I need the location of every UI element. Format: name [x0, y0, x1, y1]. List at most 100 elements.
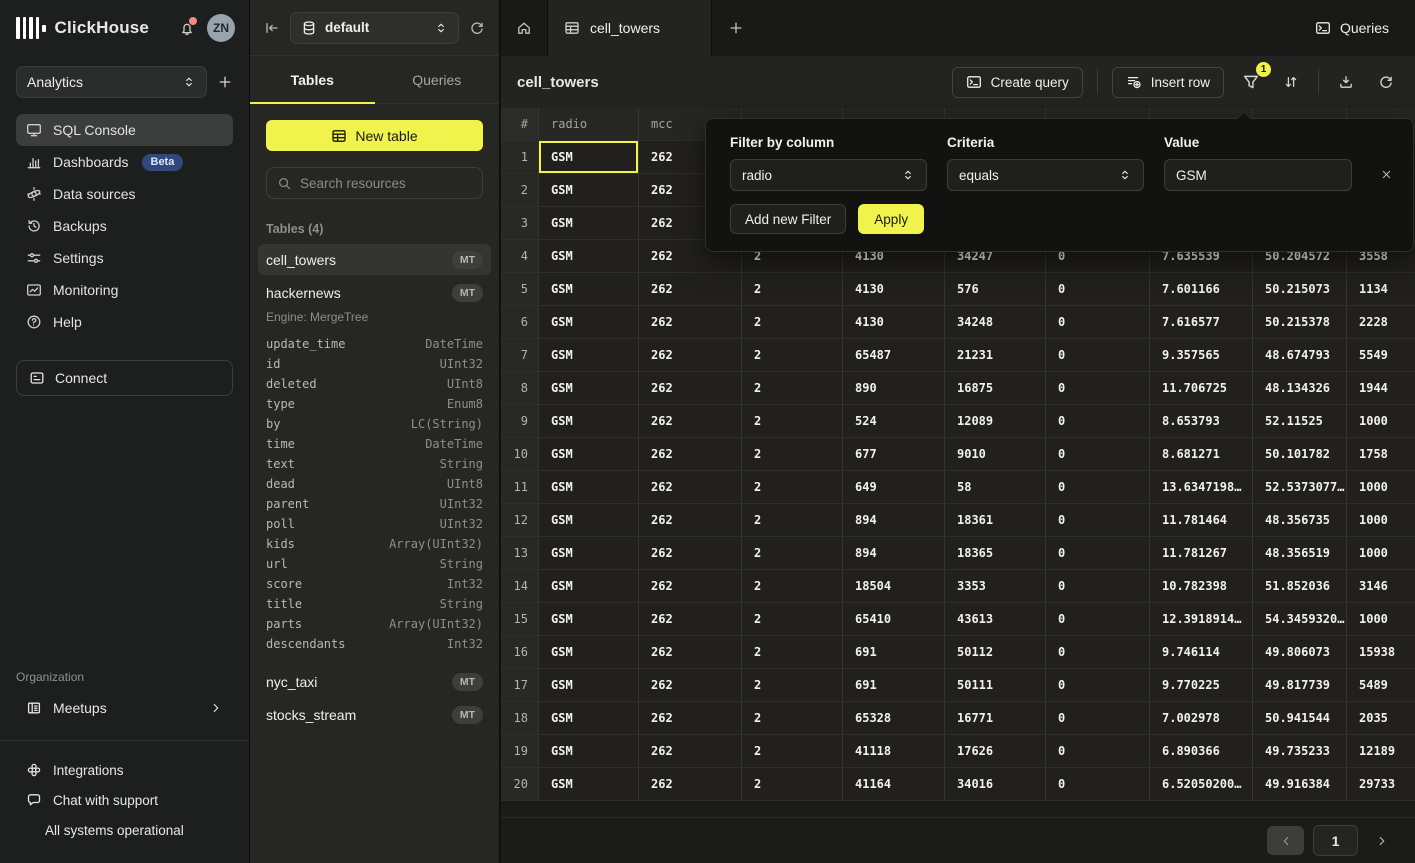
sort-button[interactable] — [1278, 69, 1304, 95]
grid-cell[interactable]: 2 — [742, 768, 843, 800]
grid-cell[interactable]: 262 — [639, 471, 742, 503]
grid-cell[interactable]: 691 — [843, 669, 945, 701]
grid-cell[interactable]: 65487 — [843, 339, 945, 371]
grid-cell[interactable]: 50112 — [945, 636, 1046, 668]
grid-cell[interactable]: 11.781464 — [1150, 504, 1253, 536]
grid-cell[interactable]: 7 — [501, 339, 539, 371]
grid-cell[interactable]: 2035 — [1347, 702, 1415, 734]
grid-cell[interactable]: 10.782398 — [1150, 570, 1253, 602]
grid-cell[interactable]: GSM — [539, 669, 639, 701]
filter-button[interactable]: 1 — [1238, 69, 1264, 95]
grid-cell[interactable]: 14 — [501, 570, 539, 602]
grid-cell[interactable]: 41164 — [843, 768, 945, 800]
grid-cell[interactable]: 16771 — [945, 702, 1046, 734]
grid-cell[interactable]: 1758 — [1347, 438, 1415, 470]
grid-cell[interactable]: GSM — [539, 207, 639, 239]
grid-cell[interactable]: 11.706725 — [1150, 372, 1253, 404]
grid-cell[interactable]: GSM — [539, 405, 639, 437]
explorer-tab-tables[interactable]: Tables — [250, 56, 375, 103]
table-item-hackernews[interactable]: hackernews MT — [258, 277, 491, 308]
grid-cell[interactable]: 262 — [639, 603, 742, 635]
grid-cell[interactable]: 262 — [639, 273, 742, 305]
grid-cell[interactable]: 262 — [639, 768, 742, 800]
grid-cell[interactable]: 0 — [1046, 306, 1150, 338]
grid-cell[interactable]: 576 — [945, 273, 1046, 305]
grid-cell[interactable]: 2 — [742, 504, 843, 536]
grid-cell[interactable]: 9.770225 — [1150, 669, 1253, 701]
apply-filter-button[interactable]: Apply — [858, 204, 924, 234]
download-button[interactable] — [1333, 69, 1359, 95]
avatar[interactable]: ZN — [207, 14, 235, 42]
grid-cell[interactable]: 0 — [1046, 273, 1150, 305]
grid-cell[interactable]: 52.5373077… — [1253, 471, 1347, 503]
grid-cell[interactable]: 0 — [1046, 603, 1150, 635]
grid-cell[interactable]: 0 — [1046, 702, 1150, 734]
grid-cell[interactable]: 262 — [639, 669, 742, 701]
grid-cell[interactable]: 2 — [742, 636, 843, 668]
grid-cell[interactable]: GSM — [539, 504, 639, 536]
grid-cell[interactable]: 2 — [501, 174, 539, 206]
grid-cell[interactable]: 0 — [1046, 669, 1150, 701]
grid-cell[interactable]: 6.52050200… — [1150, 768, 1253, 800]
grid-cell[interactable]: 16875 — [945, 372, 1046, 404]
tab-cell-towers[interactable]: cell_towers — [548, 0, 712, 56]
grid-cell[interactable]: 43613 — [945, 603, 1046, 635]
grid-cell[interactable]: 65410 — [843, 603, 945, 635]
grid-cell[interactable]: 0 — [1046, 372, 1150, 404]
grid-cell[interactable]: GSM — [539, 537, 639, 569]
filter-criteria-select[interactable]: equals — [947, 159, 1144, 191]
grid-cell[interactable]: 50111 — [945, 669, 1046, 701]
grid-cell[interactable]: 1134 — [1347, 273, 1415, 305]
sidebar-item-backups[interactable]: Backups — [16, 210, 233, 242]
grid-cell[interactable]: 524 — [843, 405, 945, 437]
grid-cell[interactable]: 12 — [501, 504, 539, 536]
grid-cell[interactable]: 9010 — [945, 438, 1046, 470]
grid-cell[interactable]: 262 — [639, 636, 742, 668]
grid-cell[interactable]: 262 — [639, 702, 742, 734]
grid-cell[interactable]: 2 — [742, 669, 843, 701]
grid-cell[interactable]: 262 — [639, 438, 742, 470]
grid-cell[interactable]: 8.653793 — [1150, 405, 1253, 437]
filter-value-input[interactable]: GSM — [1164, 159, 1352, 191]
insert-row-button[interactable]: Insert row — [1112, 67, 1224, 98]
remove-filter-button[interactable] — [1380, 168, 1393, 181]
grid-cell[interactable]: 11 — [501, 471, 539, 503]
add-workspace-button[interactable] — [217, 74, 233, 90]
grid-cell[interactable]: 15 — [501, 603, 539, 635]
grid-cell[interactable]: 262 — [639, 504, 742, 536]
grid-cell[interactable]: 12189 — [1347, 735, 1415, 767]
grid-cell[interactable]: 3146 — [1347, 570, 1415, 602]
table-item-stocks_stream[interactable]: stocks_stream MT — [258, 699, 491, 730]
grid-cell[interactable]: 4130 — [843, 306, 945, 338]
grid-cell[interactable]: 19 — [501, 735, 539, 767]
grid-cell[interactable]: 1 — [501, 141, 539, 173]
refresh-tables-icon[interactable] — [469, 20, 485, 36]
grid-cell[interactable]: GSM — [539, 141, 639, 173]
grid-cell[interactable]: 5489 — [1347, 669, 1415, 701]
grid-cell[interactable]: 894 — [843, 537, 945, 569]
add-new-filter-button[interactable]: Add new Filter — [730, 204, 846, 234]
sidebar-item-all-systems-operational[interactable]: All systems operational — [16, 815, 233, 845]
grid-cell[interactable]: 13 — [501, 537, 539, 569]
grid-cell[interactable]: 9.746114 — [1150, 636, 1253, 668]
sidebar-item-help[interactable]: Help — [16, 306, 233, 338]
grid-cell[interactable]: GSM — [539, 273, 639, 305]
sidebar-item-meetups[interactable]: Meetups — [16, 692, 233, 724]
grid-cell[interactable]: 12.3918914… — [1150, 603, 1253, 635]
collapse-sidebar-icon[interactable] — [264, 20, 280, 36]
search-input[interactable]: Search resources — [266, 167, 483, 199]
grid-cell[interactable]: 4 — [501, 240, 539, 272]
grid-cell[interactable]: GSM — [539, 768, 639, 800]
grid-cell[interactable]: 2 — [742, 570, 843, 602]
explorer-tab-queries[interactable]: Queries — [375, 56, 500, 103]
grid-cell[interactable]: GSM — [539, 702, 639, 734]
grid-cell[interactable]: 29733 — [1347, 768, 1415, 800]
grid-cell[interactable]: 8 — [501, 372, 539, 404]
grid-cell[interactable]: 52.11525 — [1253, 405, 1347, 437]
grid-cell[interactable]: 54.3459320… — [1253, 603, 1347, 635]
table-item-cell_towers[interactable]: cell_towers MT — [258, 244, 491, 275]
grid-cell[interactable]: 49.916384 — [1253, 768, 1347, 800]
grid-cell[interactable]: 2 — [742, 438, 843, 470]
grid-cell[interactable]: 41118 — [843, 735, 945, 767]
sidebar-item-monitoring[interactable]: Monitoring — [16, 274, 233, 306]
